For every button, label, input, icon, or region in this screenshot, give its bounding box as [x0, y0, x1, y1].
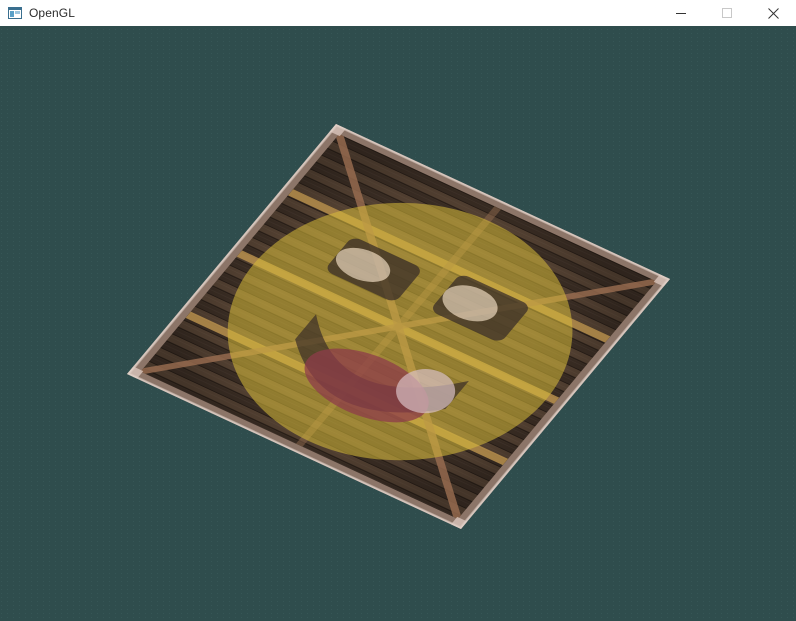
window-controls [658, 0, 796, 26]
opengl-viewport[interactable] [0, 26, 796, 621]
window-title: OpenGL [29, 6, 75, 20]
minimize-icon [676, 13, 686, 14]
app-icon [7, 5, 23, 21]
maximize-button[interactable] [704, 0, 750, 26]
close-icon [767, 7, 779, 19]
minimize-button[interactable] [658, 0, 704, 26]
opengl-window: OpenGL [0, 0, 796, 621]
maximize-icon [722, 8, 732, 18]
title-bar[interactable]: OpenGL [0, 0, 796, 26]
close-button[interactable] [750, 0, 796, 26]
render-scene [0, 26, 796, 621]
